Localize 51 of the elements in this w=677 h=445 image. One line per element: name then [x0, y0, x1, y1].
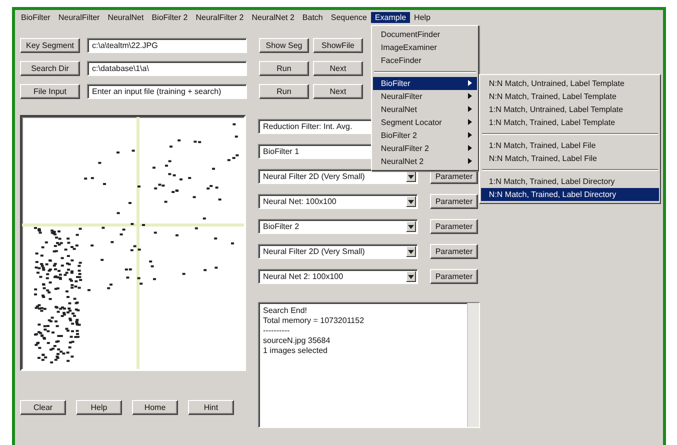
action-button[interactable]: Key Segment: [20, 38, 80, 53]
menu-bar-item[interactable]: Batch: [298, 12, 327, 22]
submenu-item[interactable]: 1:N Match, Trained, Label File: [480, 138, 659, 152]
path-field[interactable]: c:\a\tealtm\22.JPG: [87, 38, 247, 53]
submenu-item[interactable]: N:N Match, Untrained, Label Template: [480, 76, 659, 90]
menu-bar-item[interactable]: BioFilter: [17, 12, 54, 22]
menu-bar-item[interactable]: Example: [370, 12, 410, 22]
menu-bar-item[interactable]: Help: [410, 12, 434, 22]
parameter-button[interactable]: Parameter: [430, 194, 478, 209]
parameter-button[interactable]: Parameter: [430, 269, 478, 284]
menu-bar-item[interactable]: BioFilter 2: [148, 12, 192, 22]
filter-dropdown[interactable]: Neural Filter 2D (Very Small): [258, 169, 418, 184]
action-button[interactable]: File Input: [20, 84, 80, 99]
action-button[interactable]: Run: [259, 61, 309, 76]
menu-bar-item[interactable]: NeuralFilter: [54, 12, 104, 22]
action-button[interactable]: Home: [132, 400, 178, 415]
menu-item[interactable]: BioFilter: [372, 76, 477, 90]
menu-bar-item[interactable]: NeuralFilter 2: [192, 12, 248, 22]
parameter-button[interactable]: Parameter: [430, 219, 478, 234]
output-text-area[interactable]: Search End! Total memory = 1073201152 ---------- sourceN.jpg 35684 1 images selected: [258, 302, 480, 428]
submenu-item[interactable]: 1:N Match, Untrained, Label Template: [480, 102, 659, 116]
filter-dropdown[interactable]: Neural Filter 2D (Very Small): [258, 244, 418, 259]
action-button[interactable]: Next: [313, 84, 363, 99]
action-button[interactable]: Show Seg: [259, 38, 309, 53]
action-button[interactable]: Help: [76, 400, 122, 415]
action-button[interactable]: Next: [313, 61, 363, 76]
menu-bar-item[interactable]: NeuralNet 2: [248, 12, 298, 22]
menu-item[interactable]: FaceFinder: [372, 54, 477, 66]
filter-dropdown[interactable]: Neural Net 2: 100x100: [258, 269, 418, 284]
menu-item[interactable]: NeuralNet: [372, 102, 477, 116]
path-field[interactable]: c:\database\1\a\: [87, 61, 247, 76]
submenu-item[interactable]: N:N Match, Trained, Label Directory: [480, 188, 659, 200]
action-button[interactable]: Run: [259, 84, 309, 99]
submenu-item[interactable]: N:N Match, Trained, Label File: [480, 152, 659, 164]
action-button[interactable]: ShowFile: [313, 38, 363, 53]
filter-dropdown[interactable]: BioFilter 2: [258, 219, 418, 234]
menu-bar-item[interactable]: Sequence: [326, 12, 371, 22]
submenu-item[interactable]: 1:N Match, Trained, Label Template: [480, 116, 659, 128]
filter-dropdown[interactable]: Neural Net: 100x100: [258, 194, 418, 209]
action-button[interactable]: Clear: [20, 400, 66, 415]
submenu-item[interactable]: N:N Match, Trained, Label Template: [480, 90, 659, 102]
menu-item[interactable]: NeuralFilter: [372, 90, 477, 102]
scrollbar[interactable]: [467, 303, 479, 427]
action-button[interactable]: Hint: [188, 400, 234, 415]
action-button[interactable]: Search Dir: [20, 61, 80, 76]
menu-bar-item[interactable]: NeuralNet: [104, 12, 148, 22]
path-field[interactable]: Enter an input file (training + search): [87, 84, 247, 99]
menu-item[interactable]: ImageExaminer: [372, 40, 477, 54]
parameter-button[interactable]: Parameter: [430, 244, 478, 259]
submenu-item[interactable]: 1:N Match, Trained, Label Directory: [480, 174, 659, 188]
menu-item[interactable]: DocumentFinder: [372, 28, 477, 40]
